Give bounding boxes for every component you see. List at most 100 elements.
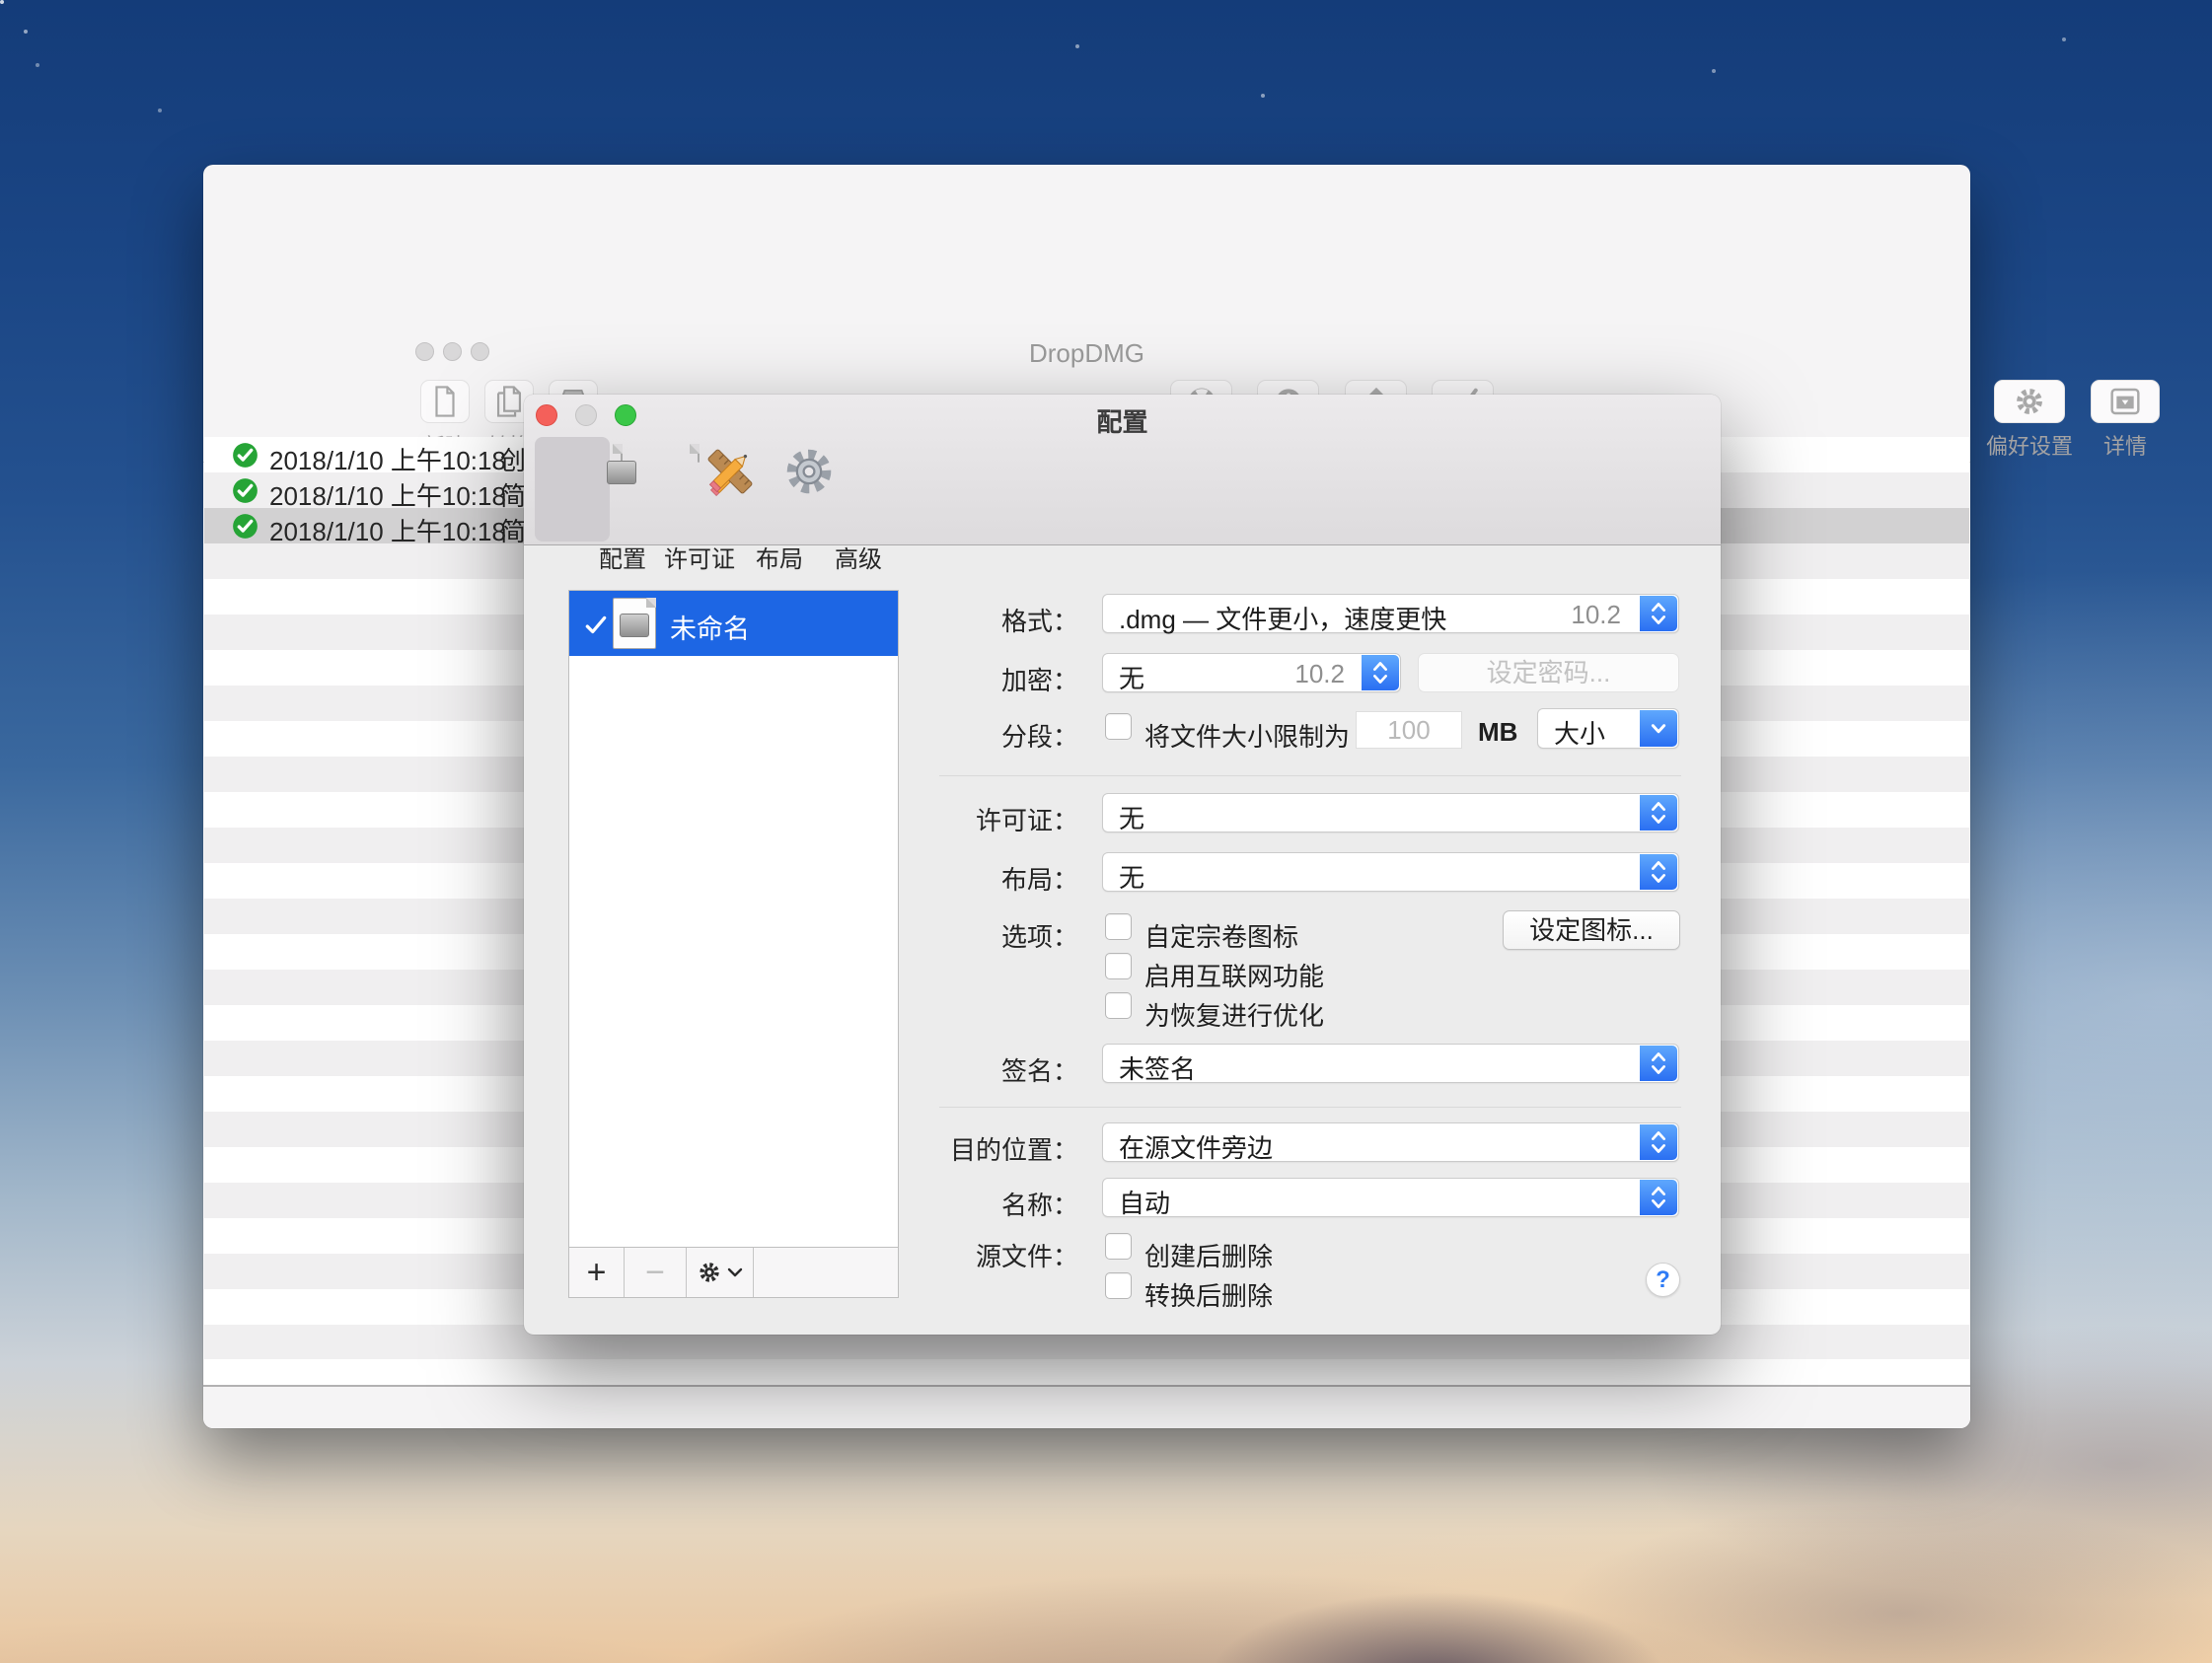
chevron-up-down-icon — [1650, 1184, 1667, 1211]
format-label: 格式： — [806, 602, 1078, 638]
encryption-value: 无 — [1119, 659, 1144, 695]
destination-label: 目的位置： — [806, 1130, 1078, 1167]
stepper-cap — [1640, 1180, 1677, 1215]
ruler-pencil-icon — [703, 445, 757, 498]
profile-name: 未命名 — [670, 608, 750, 646]
window-title: DropDMG — [203, 338, 1970, 369]
name-popup[interactable]: 自动 — [1102, 1178, 1679, 1217]
name-value: 自动 — [1119, 1184, 1170, 1220]
status-footer — [203, 1387, 1970, 1428]
success-check-icon — [232, 442, 258, 469]
section-divider — [939, 1107, 1681, 1108]
help-glyph: ? — [1656, 1266, 1670, 1294]
signing-value: 未签名 — [1119, 1049, 1196, 1086]
chevron-up-down-icon — [1650, 799, 1667, 827]
mb-unit-label: MB — [1478, 717, 1517, 748]
add-profile-button[interactable]: + — [569, 1248, 625, 1297]
internet-enable-checkbox[interactable] — [1105, 953, 1132, 979]
signing-popup[interactable]: 未签名 — [1102, 1044, 1679, 1083]
encryption-version: 10.2 — [1294, 659, 1345, 689]
dialog-help-button[interactable]: ? — [1646, 1263, 1680, 1297]
tab-license[interactable]: 许可证 — [600, 437, 699, 455]
internet-enable-checkbox-label[interactable]: 启用互联网功能 — [1144, 957, 1324, 993]
destination-popup[interactable]: 在源文件旁边 — [1102, 1122, 1679, 1162]
remove-profile-button[interactable]: − — [625, 1248, 687, 1297]
preferences-label: 偏好设置 — [1986, 429, 2073, 461]
disk-image-doc-icon — [613, 598, 656, 649]
limit-size-checkbox[interactable] — [1105, 713, 1132, 740]
chevron-up-down-icon — [1650, 600, 1667, 627]
section-divider — [939, 775, 1681, 776]
success-check-icon — [232, 477, 258, 504]
stepper-cap — [1362, 655, 1399, 690]
encryption-popup[interactable]: 无 10.2 — [1102, 653, 1401, 692]
chevron-up-down-icon — [1371, 659, 1389, 687]
license-value: 无 — [1119, 799, 1144, 835]
encryption-label: 加密： — [806, 661, 1078, 697]
set-password-button[interactable]: 设定密码... — [1418, 653, 1679, 692]
license-popup[interactable]: 无 — [1102, 793, 1679, 832]
preferences-button[interactable] — [1994, 380, 2065, 423]
new-button[interactable] — [420, 380, 470, 423]
segment-mode-popup[interactable]: 大小 — [1537, 708, 1679, 749]
limit-size-checkbox-label[interactable]: 将文件大小限制为 — [1144, 717, 1350, 754]
delete-after-create-checkbox[interactable] — [1105, 1233, 1132, 1260]
segment-mode-value: 大小 — [1554, 714, 1605, 751]
layout-popup[interactable]: 无 — [1102, 852, 1679, 892]
format-value: .dmg — 文件更小，速度更快 — [1119, 600, 1446, 636]
set-icon-button[interactable]: 设定图标... — [1503, 910, 1680, 950]
optimize-restore-checkbox[interactable] — [1105, 992, 1132, 1019]
delete-after-convert-label[interactable]: 转换后删除 — [1144, 1276, 1273, 1313]
stepper-cap — [1640, 596, 1677, 631]
selected-check-icon — [583, 613, 609, 638]
options-label: 选项： — [806, 917, 1078, 954]
optimize-restore-checkbox-label[interactable]: 为恢复进行优化 — [1144, 996, 1324, 1033]
stepper-cap — [1640, 1124, 1677, 1160]
format-version: 10.2 — [1571, 600, 1621, 630]
details-label: 详情 — [2091, 429, 2160, 461]
chevron-up-down-icon — [1650, 1049, 1667, 1077]
chevron-up-down-icon — [1650, 858, 1667, 886]
log-text-fragment: 简 — [500, 512, 526, 548]
convert-documents-icon — [493, 385, 525, 418]
custom-icon-checkbox-label[interactable]: 自定宗卷图标 — [1144, 917, 1298, 954]
format-popup[interactable]: .dmg — 文件更小，速度更快 10.2 — [1102, 594, 1679, 633]
details-window-icon — [2109, 387, 2141, 416]
layout-value: 无 — [1119, 858, 1144, 895]
segment-size-field[interactable]: 100 — [1356, 711, 1462, 749]
desktop: DropDMG 新建 转换 空白 — [0, 0, 2212, 1663]
wallpaper-stars — [0, 0, 4, 4]
delete-after-create-label[interactable]: 创建后删除 — [1144, 1237, 1273, 1273]
popup-cap — [1640, 710, 1677, 747]
name-label: 名称： — [806, 1186, 1078, 1222]
profile-actions-button[interactable] — [687, 1248, 754, 1297]
success-check-icon — [232, 513, 258, 540]
new-document-icon — [430, 385, 460, 418]
delete-after-convert-checkbox[interactable] — [1105, 1272, 1132, 1299]
license-label: 许可证： — [806, 801, 1078, 837]
stepper-cap — [1640, 1046, 1677, 1081]
chevron-up-down-icon — [1650, 1128, 1667, 1156]
custom-icon-checkbox[interactable] — [1105, 913, 1132, 940]
layout-label: 布局： — [806, 860, 1078, 897]
signing-label: 签名： — [806, 1051, 1078, 1088]
license-doc-icon — [698, 444, 700, 463]
stepper-cap — [1640, 795, 1677, 831]
minus-icon: − — [645, 1254, 665, 1292]
gear-icon — [698, 1261, 721, 1284]
chevron-down-icon — [1650, 722, 1667, 736]
dialog-title: 配置 — [524, 402, 1721, 439]
chevron-down-icon — [727, 1266, 743, 1278]
log-time: 2018/1/10 上午10:18 — [269, 512, 506, 548]
configuration-dialog: 配置 配置 许可证 — [524, 395, 1721, 1335]
tab-label: 高级 — [809, 540, 908, 574]
stepper-cap — [1640, 854, 1677, 890]
source-label: 源文件： — [806, 1237, 1078, 1273]
advanced-gear-icon — [782, 445, 836, 498]
gear-icon — [2014, 386, 2045, 417]
destination-value: 在源文件旁边 — [1119, 1128, 1273, 1165]
segments-label: 分段： — [806, 717, 1078, 754]
list-bottom-band — [204, 1359, 1969, 1385]
details-button[interactable] — [2091, 380, 2160, 423]
plus-icon: + — [587, 1254, 607, 1292]
